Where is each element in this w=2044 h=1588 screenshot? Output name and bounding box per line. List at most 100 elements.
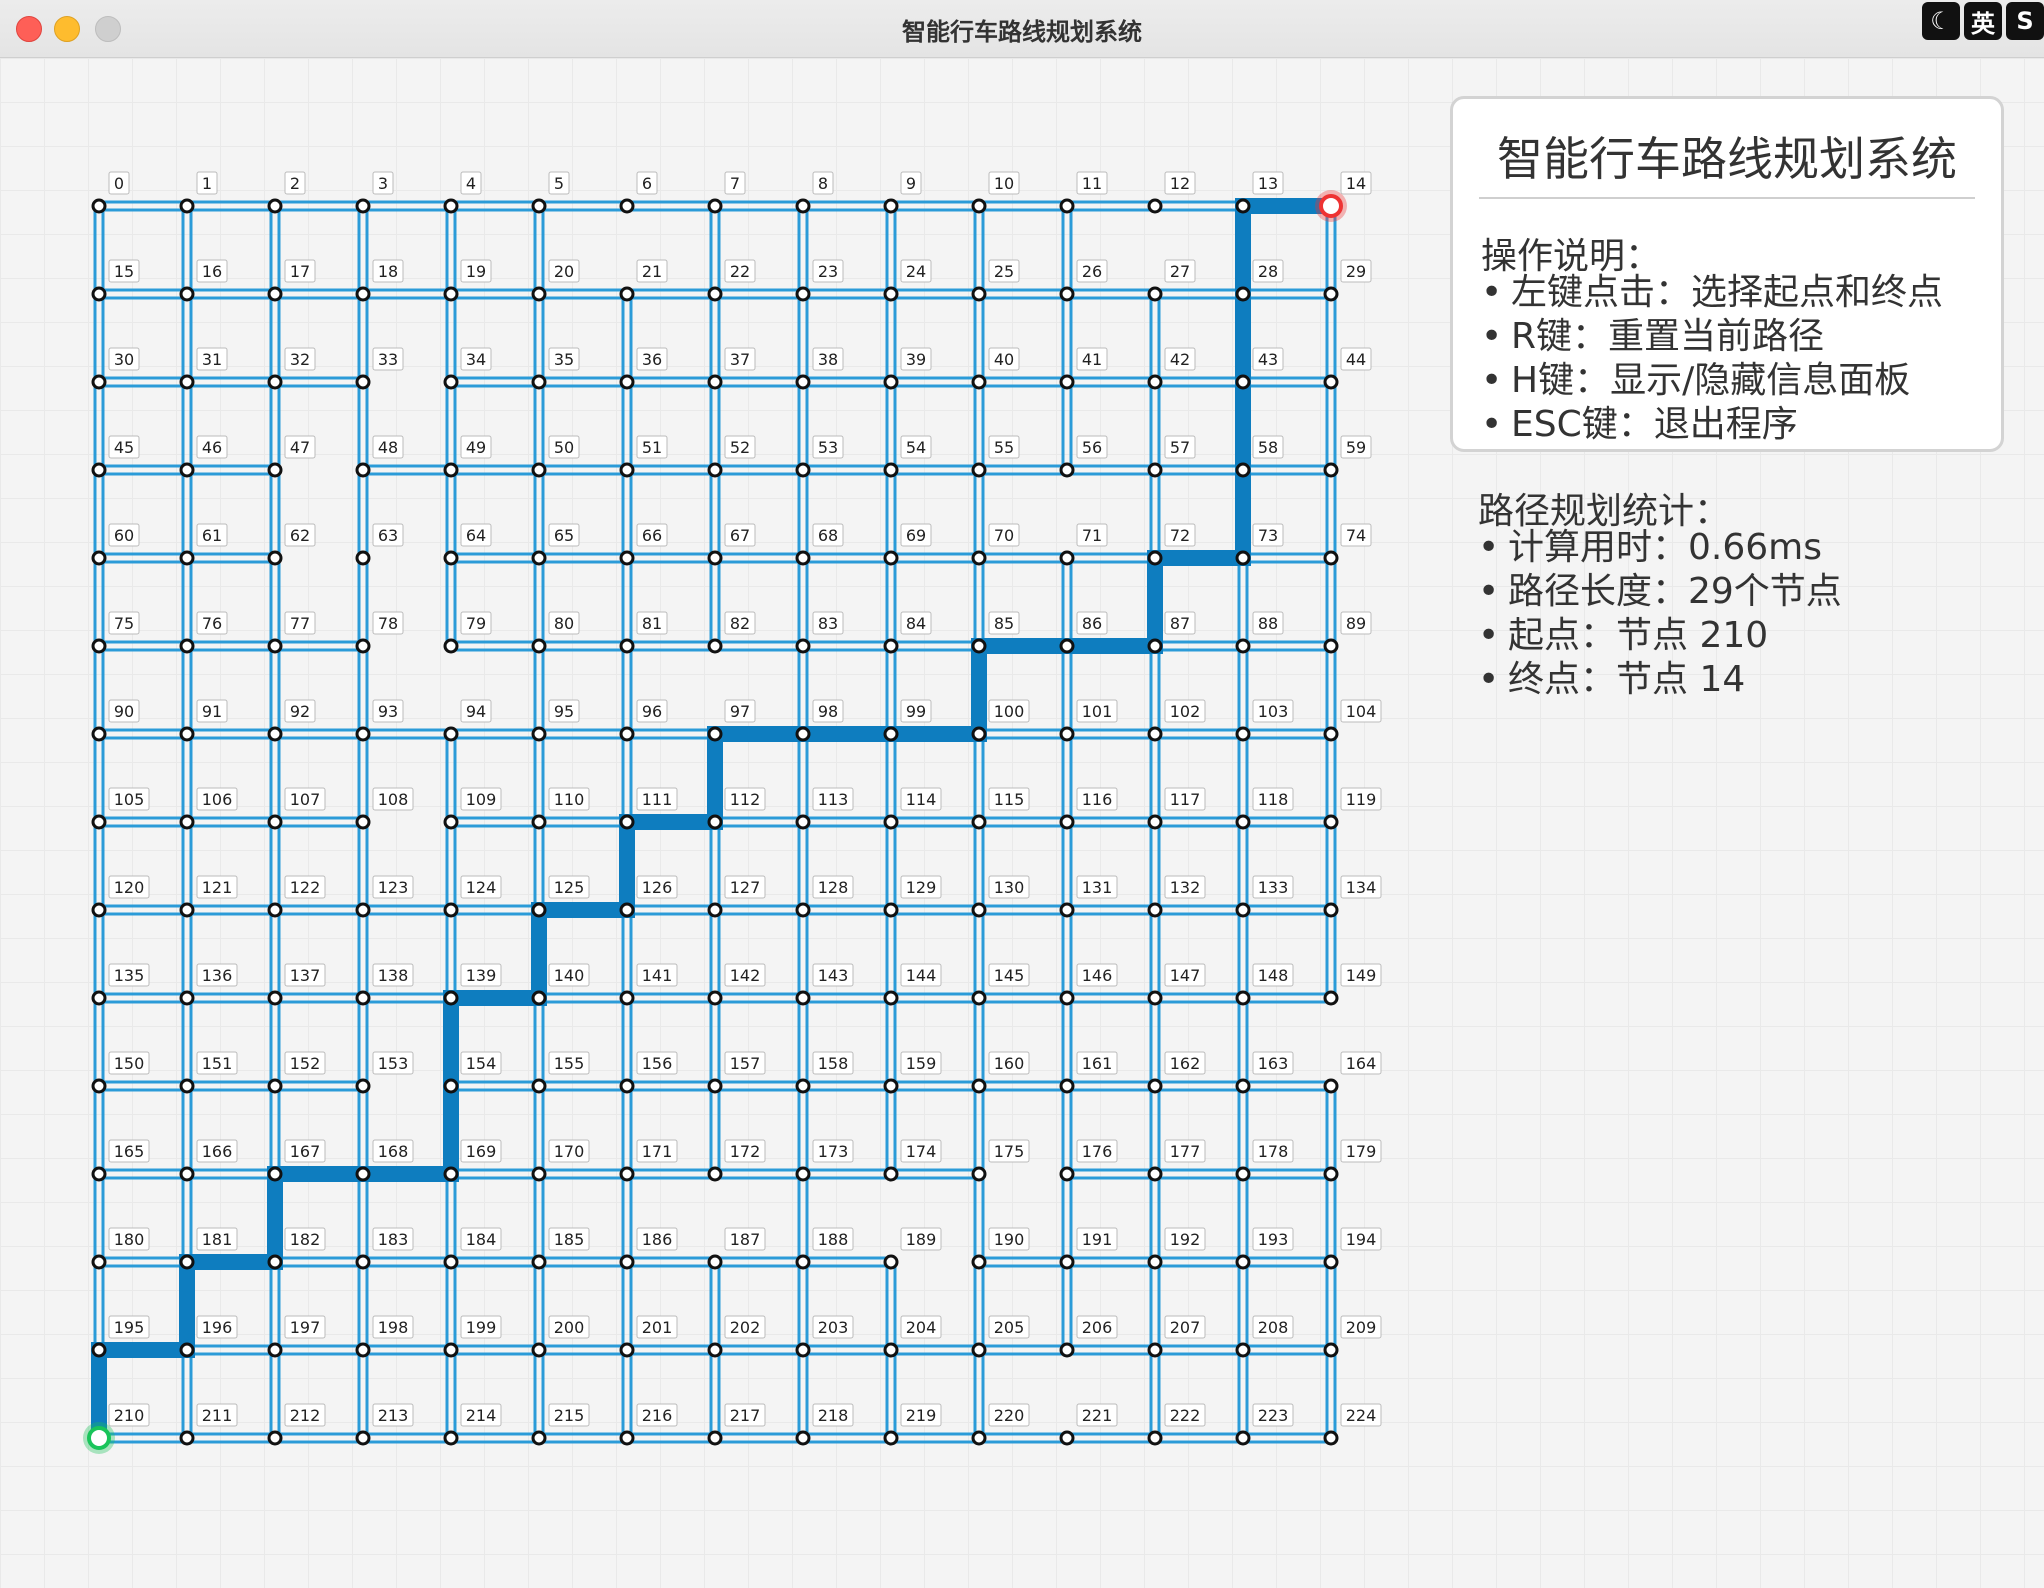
- graph-node[interactable]: [1059, 1166, 1075, 1182]
- graph-node[interactable]: [443, 1430, 459, 1446]
- graph-node[interactable]: [619, 638, 635, 654]
- graph-node[interactable]: [531, 286, 547, 302]
- graph-node[interactable]: [267, 990, 283, 1006]
- graph-node[interactable]: [795, 1254, 811, 1270]
- graph-node[interactable]: [531, 726, 547, 742]
- graph-node[interactable]: [971, 374, 987, 390]
- road-network-graph[interactable]: 0 1 2 3 4 5 6 7 8 9 10 11 12 13 1415 16 17 18 19 20 21 22 23 24…: [0, 58, 1420, 1458]
- graph-node[interactable]: [1147, 374, 1163, 390]
- graph-node[interactable]: [443, 814, 459, 830]
- graph-node[interactable]: [619, 286, 635, 302]
- graph-node[interactable]: [1235, 1254, 1251, 1270]
- graph-node[interactable]: [1059, 462, 1075, 478]
- graph-node[interactable]: [91, 1254, 107, 1270]
- graph-node[interactable]: [443, 286, 459, 302]
- graph-node[interactable]: [1059, 550, 1075, 566]
- graph-node[interactable]: [355, 374, 371, 390]
- moon-icon[interactable]: ☾: [1922, 2, 1960, 40]
- graph-node[interactable]: [355, 1166, 371, 1182]
- graph-node[interactable]: [1235, 1166, 1251, 1182]
- graph-node[interactable]: [883, 902, 899, 918]
- graph-node[interactable]: [883, 1254, 899, 1270]
- graph-node[interactable]: [531, 814, 547, 830]
- graph-node[interactable]: [1059, 1078, 1075, 1094]
- graph-node[interactable]: [1323, 902, 1339, 918]
- graph-node[interactable]: [707, 286, 723, 302]
- graph-node[interactable]: [179, 1254, 195, 1270]
- graph-node[interactable]: [619, 814, 635, 830]
- graph-node[interactable]: [1235, 462, 1251, 478]
- graph-node[interactable]: [1147, 902, 1163, 918]
- graph-node[interactable]: [619, 1254, 635, 1270]
- graph-node[interactable]: [1147, 814, 1163, 830]
- graph-node[interactable]: [355, 462, 371, 478]
- graph-node[interactable]: [443, 1078, 459, 1094]
- graph-node[interactable]: [971, 990, 987, 1006]
- graph-node[interactable]: [1235, 814, 1251, 830]
- graph-node[interactable]: [267, 1430, 283, 1446]
- graph-node[interactable]: [1235, 638, 1251, 654]
- graph-node[interactable]: [1235, 990, 1251, 1006]
- graph-node[interactable]: [1059, 198, 1075, 214]
- graph-node[interactable]: [1235, 550, 1251, 566]
- graph-node[interactable]: [1147, 1166, 1163, 1182]
- graph-node[interactable]: [619, 1342, 635, 1358]
- graph-node[interactable]: [795, 462, 811, 478]
- graph-node[interactable]: [267, 462, 283, 478]
- graph-node[interactable]: [795, 990, 811, 1006]
- graph-node[interactable]: [971, 638, 987, 654]
- graph-node[interactable]: [1323, 1078, 1339, 1094]
- graph-node[interactable]: [1235, 374, 1251, 390]
- graph-node[interactable]: [267, 1078, 283, 1094]
- graph-node[interactable]: [795, 726, 811, 742]
- graph-node[interactable]: [795, 638, 811, 654]
- graph-node[interactable]: [619, 726, 635, 742]
- graph-node[interactable]: [443, 374, 459, 390]
- graph-node[interactable]: [619, 902, 635, 918]
- graph-node[interactable]: [1323, 726, 1339, 742]
- graph-node[interactable]: [1147, 462, 1163, 478]
- graph-node[interactable]: [355, 990, 371, 1006]
- start-node-marker[interactable]: [87, 1426, 111, 1450]
- graph-node[interactable]: [267, 374, 283, 390]
- graph-node[interactable]: [1059, 1430, 1075, 1446]
- graph-node[interactable]: [1147, 198, 1163, 214]
- graph-node[interactable]: [707, 638, 723, 654]
- graph-node[interactable]: [443, 462, 459, 478]
- graph-node[interactable]: [1059, 726, 1075, 742]
- graph-node[interactable]: [1235, 1342, 1251, 1358]
- graph-node[interactable]: [795, 1078, 811, 1094]
- graph-node[interactable]: [707, 726, 723, 742]
- graph-node[interactable]: [1323, 1430, 1339, 1446]
- graph-node[interactable]: [971, 198, 987, 214]
- graph-node[interactable]: [883, 1430, 899, 1446]
- graph-node[interactable]: [619, 990, 635, 1006]
- graph-node[interactable]: [707, 1342, 723, 1358]
- graph-node[interactable]: [179, 990, 195, 1006]
- graph-node[interactable]: [355, 1078, 371, 1094]
- graph-node[interactable]: [1059, 638, 1075, 654]
- graph-node[interactable]: [267, 1254, 283, 1270]
- graph-node[interactable]: [883, 814, 899, 830]
- graph-node[interactable]: [971, 550, 987, 566]
- graph-node[interactable]: [1323, 1166, 1339, 1182]
- graph-node[interactable]: [179, 1430, 195, 1446]
- graph-node[interactable]: [883, 374, 899, 390]
- graph-node[interactable]: [883, 1342, 899, 1358]
- graph-node[interactable]: [1059, 814, 1075, 830]
- graph-node[interactable]: [619, 1430, 635, 1446]
- graph-node[interactable]: [179, 374, 195, 390]
- graph-node[interactable]: [795, 286, 811, 302]
- graph-node[interactable]: [1323, 550, 1339, 566]
- graph-node[interactable]: [883, 990, 899, 1006]
- graph-node[interactable]: [443, 726, 459, 742]
- graph-node[interactable]: [443, 902, 459, 918]
- graph-node[interactable]: [971, 726, 987, 742]
- graph-node[interactable]: [267, 726, 283, 742]
- graph-node[interactable]: [91, 726, 107, 742]
- graph-node[interactable]: [619, 374, 635, 390]
- graph-node[interactable]: [179, 1078, 195, 1094]
- graph-node[interactable]: [1059, 374, 1075, 390]
- graph-node[interactable]: [707, 1254, 723, 1270]
- graph-node[interactable]: [91, 550, 107, 566]
